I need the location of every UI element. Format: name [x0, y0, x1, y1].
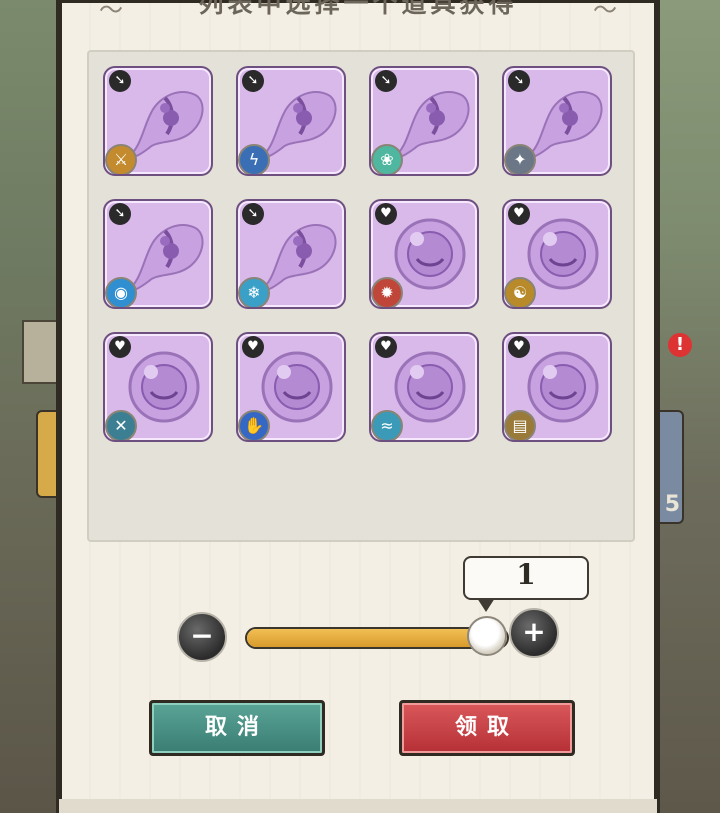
item-grid: ➘ ⚔ ➘ ϟ ➘ ❀ ➘ ✦ ➘ ◉ ➘ ❄ ♥ ✹ ♥ ☯ ♥ ✕ ♥ ✋ ♥ ≈ ♥ ▤: [87, 50, 635, 542]
item-slot[interactable]: ♥ ▤: [502, 332, 612, 442]
increase-button[interactable]: +: [509, 608, 559, 658]
item-select-dialog: 〜 列表中选择一个道具获得 〜 ➘ ⚔ ➘ ϟ ➘ ❀ ➘ ✦ ➘ ◉ ➘ ❄ ♥ ✹ ♥ ☯ ♥ ✕ ♥ ✋ ♥ ≈ ♥ ▤…: [56, 0, 660, 813]
arrow-icon: ➘: [375, 70, 397, 92]
item-slot[interactable]: ♥ ✋: [236, 332, 346, 442]
cloud-ornament-icon: 〜: [593, 0, 617, 24]
sword-icon: ⚔: [105, 144, 137, 174]
cancel-button[interactable]: 取消: [149, 700, 325, 756]
cloud-ornament-icon: 〜: [99, 0, 123, 24]
arrow-icon: ➘: [508, 70, 530, 92]
item-slot[interactable]: ➘ ⚔: [103, 66, 213, 176]
background-count: 5: [664, 492, 680, 517]
quantity-display: 1: [463, 556, 589, 600]
heart-icon: ♥: [375, 203, 397, 225]
alert-icon: !: [668, 333, 692, 357]
slider-handle[interactable]: [467, 616, 507, 656]
item-slot[interactable]: ➘ ❀: [369, 66, 479, 176]
lotus-icon: ❀: [371, 144, 403, 174]
cross-blades-icon: ✕: [105, 410, 137, 440]
arrow-icon: ➘: [242, 70, 264, 92]
tablet-icon: ▤: [504, 410, 536, 440]
decrease-button[interactable]: −: [177, 612, 227, 662]
blades-icon: ✦: [504, 144, 536, 174]
item-slot[interactable]: ➘ ✦: [502, 66, 612, 176]
background-left: [0, 0, 60, 813]
dialog-header: 〜 列表中选择一个道具获得 〜: [59, 0, 657, 24]
item-slot[interactable]: ➘ ◉: [103, 199, 213, 309]
item-slot[interactable]: ♥ ✹: [369, 199, 479, 309]
item-slot[interactable]: ➘ ϟ: [236, 66, 346, 176]
arrow-icon: ➘: [242, 203, 264, 225]
arrow-icon: ➘: [109, 203, 131, 225]
ice-crystal-icon: ❄: [238, 277, 270, 307]
heart-icon: ♥: [109, 336, 131, 358]
dialog-title: 列表中选择一个道具获得: [198, 0, 518, 18]
background-card: [22, 320, 60, 384]
quantity-pointer: [477, 598, 495, 612]
arrow-icon: ➘: [109, 70, 131, 92]
water-orb-icon: ◉: [105, 277, 137, 307]
wave-icon: ≈: [371, 410, 403, 440]
lightning-icon: ϟ: [238, 144, 270, 174]
item-slot[interactable]: ➘ ❄: [236, 199, 346, 309]
slider-fill: [247, 629, 487, 647]
heart-icon: ♥: [242, 336, 264, 358]
yin-yang-icon: ☯: [504, 277, 536, 307]
heart-icon: ♥: [508, 336, 530, 358]
fire-icon: ✹: [371, 277, 403, 307]
heart-icon: ♥: [375, 336, 397, 358]
palm-icon: ✋: [238, 410, 270, 440]
item-slot[interactable]: ♥ ✕: [103, 332, 213, 442]
background-right: [656, 0, 720, 813]
item-slot[interactable]: ♥ ≈: [369, 332, 479, 442]
panel-footer: [59, 799, 657, 813]
heart-icon: ♥: [508, 203, 530, 225]
claim-button[interactable]: 领取: [399, 700, 575, 756]
item-slot[interactable]: ♥ ☯: [502, 199, 612, 309]
